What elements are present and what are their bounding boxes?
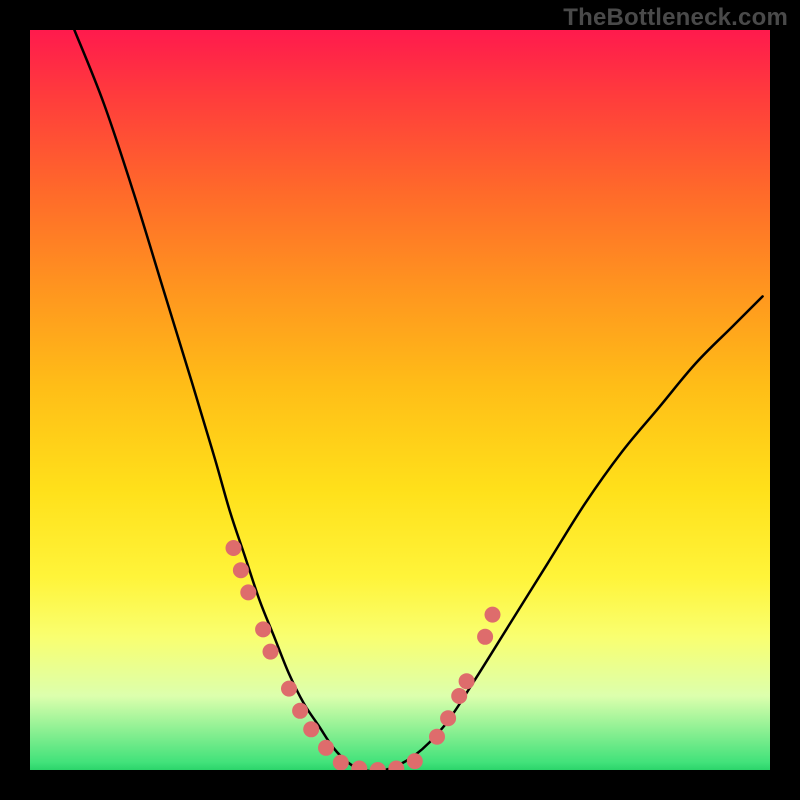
chart-frame: TheBottleneck.com [0, 0, 800, 800]
marker-dot [233, 562, 249, 578]
plot-area [30, 30, 770, 770]
marker-dot [429, 729, 445, 745]
marker-dot [240, 584, 256, 600]
bottleneck-chart [30, 30, 770, 770]
marker-dot [292, 703, 308, 719]
marker-dot [303, 721, 319, 737]
marker-dot [451, 688, 467, 704]
marker-dot [407, 753, 423, 769]
marker-dot [459, 673, 475, 689]
marker-dot [485, 607, 501, 623]
marker-dot [263, 644, 279, 660]
marker-dot [440, 710, 456, 726]
marker-dot [351, 761, 367, 770]
marker-dot [370, 762, 386, 770]
marker-dot [255, 621, 271, 637]
marker-dot [318, 740, 334, 756]
right-branch-markers [429, 607, 501, 745]
valley-markers [333, 753, 423, 770]
marker-dot [281, 681, 297, 697]
series-bottleneck-curve [74, 30, 762, 770]
marker-dot [333, 755, 349, 770]
marker-dot [477, 629, 493, 645]
marker-dot [226, 540, 242, 556]
watermark-text: TheBottleneck.com [563, 4, 788, 32]
